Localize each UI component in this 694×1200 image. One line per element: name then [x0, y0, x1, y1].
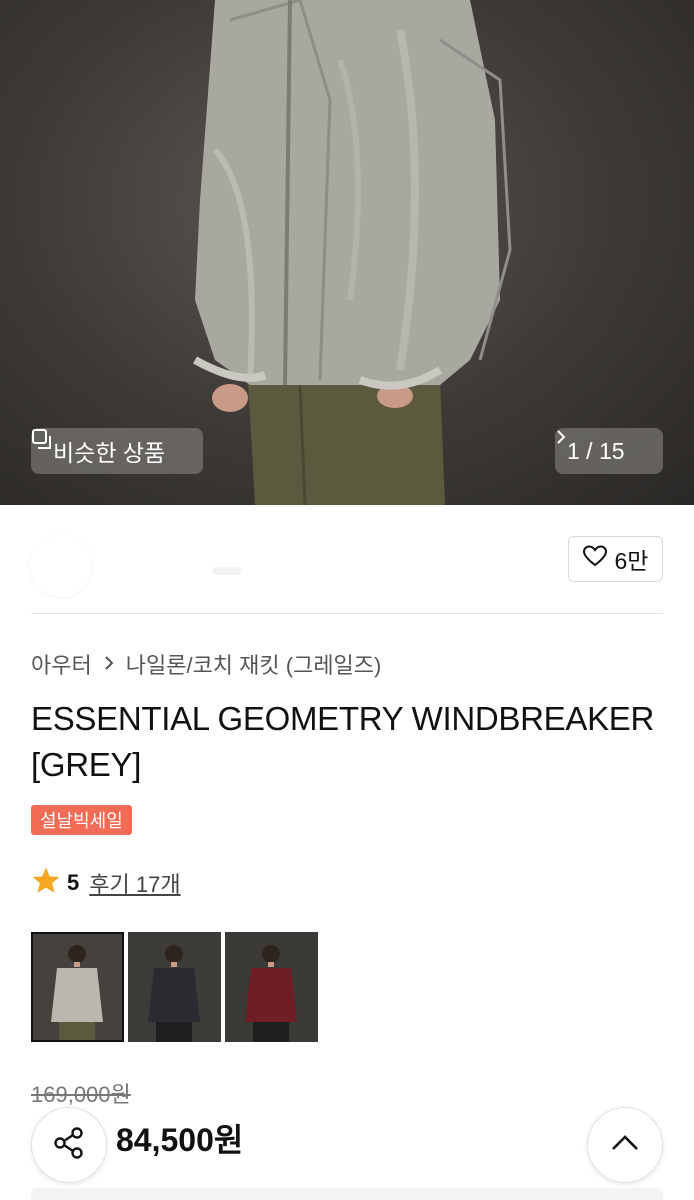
- seller-row: 6만: [0, 505, 694, 615]
- like-count: 6만: [614, 548, 649, 574]
- product-hero-image[interactable]: 비슷한 상품 1 / 15: [0, 0, 694, 505]
- product-title: ESSENTIAL GEOMETRY WINDBREAKER [GREY]: [31, 700, 655, 783]
- image-counter: 1 / 15: [567, 437, 625, 464]
- breadcrumb: 아우터 나일론/코치 재킷 (그레일즈): [31, 648, 381, 680]
- rating: 5 후기 17개: [31, 866, 181, 900]
- category-parent[interactable]: 아우터: [31, 648, 92, 680]
- reviews-link[interactable]: 후기 17개: [89, 867, 180, 899]
- similar-products-button[interactable]: 비슷한 상품: [31, 428, 203, 474]
- category-child[interactable]: 나일론/코치 재킷 (그레일즈): [126, 648, 382, 680]
- scroll-top-button[interactable]: [587, 1107, 663, 1183]
- sale-price: 84,500원: [116, 1122, 244, 1158]
- sale-badge: 설날빅세일: [31, 805, 132, 835]
- thumbnail-grey[interactable]: [31, 932, 124, 1042]
- chevron-right-icon: [104, 651, 114, 677]
- rating-score: 5: [67, 870, 80, 895]
- divider: [31, 613, 663, 614]
- star-icon: [31, 866, 61, 900]
- color-thumbnails: [31, 932, 318, 1042]
- bottom-panel-edge: [31, 1188, 663, 1200]
- original-price: 169,000원: [31, 1082, 131, 1107]
- chevron-up-icon: [610, 1134, 640, 1157]
- thumbnail-burgundy[interactable]: [225, 932, 318, 1042]
- seller-avatar[interactable]: [30, 535, 92, 597]
- seller-name-placeholder: [212, 567, 242, 575]
- like-button[interactable]: 6만: [568, 536, 663, 582]
- thumbnail-black[interactable]: [128, 932, 221, 1042]
- heart-icon: [582, 545, 607, 573]
- image-counter-button[interactable]: 1 / 15: [555, 428, 663, 474]
- share-icon: [52, 1126, 86, 1165]
- similar-products-label: 비슷한 상품: [53, 440, 166, 466]
- share-button[interactable]: [31, 1107, 107, 1183]
